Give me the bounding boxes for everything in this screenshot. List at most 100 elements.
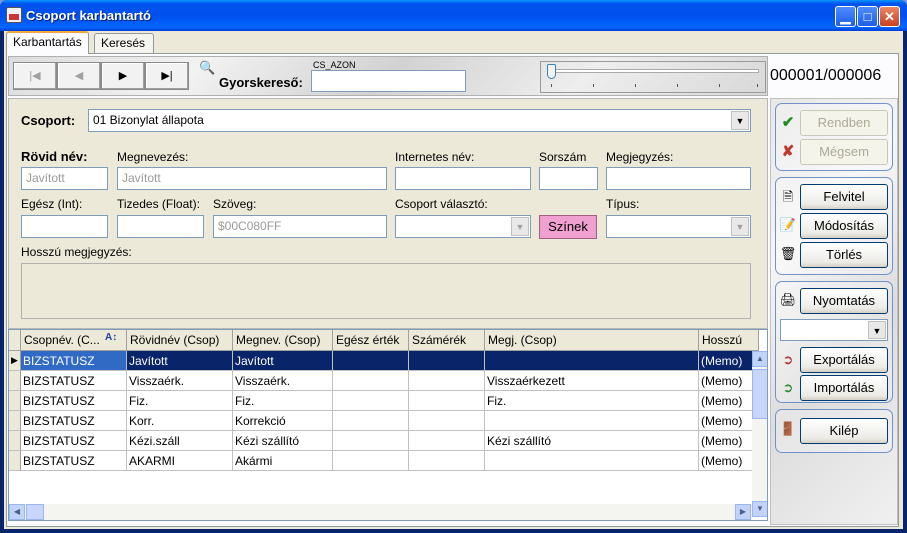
- grid-cell[interactable]: BIZSTATUSZ: [21, 371, 127, 391]
- grid-cell[interactable]: Visszaérk.: [233, 371, 333, 391]
- printer-select[interactable]: ▼: [780, 319, 888, 341]
- grid-cell[interactable]: Fiz.: [127, 391, 233, 411]
- grid-cell[interactable]: Fiz.: [485, 391, 699, 411]
- tizedes-field[interactable]: [117, 215, 204, 238]
- grid-cell[interactable]: [409, 451, 485, 471]
- grid-cell[interactable]: [485, 351, 699, 371]
- felvitel-button[interactable]: Felvitel: [800, 184, 888, 210]
- prev-record-button[interactable]: ◀: [57, 62, 101, 90]
- sorszam-field[interactable]: [539, 167, 598, 190]
- rendben-button[interactable]: Rendben: [800, 110, 888, 136]
- chevron-down-icon[interactable]: ▼: [511, 217, 529, 236]
- close-button[interactable]: ✕: [879, 6, 900, 27]
- chevron-down-icon[interactable]: ▼: [731, 217, 749, 236]
- megsem-button[interactable]: Mégsem: [800, 139, 888, 165]
- scroll-right-icon[interactable]: ▶: [735, 504, 751, 520]
- grid-cell[interactable]: (Memo): [699, 431, 759, 451]
- grid-cell[interactable]: Javított: [127, 351, 233, 371]
- grid-cell[interactable]: Korr.: [127, 411, 233, 431]
- title-bar[interactable]: Csoport karbantartó ▁ □ ✕: [0, 0, 907, 31]
- slider-thumb[interactable]: [547, 64, 556, 79]
- row-indicator[interactable]: [9, 391, 21, 411]
- current-row-indicator-icon[interactable]: ▶: [9, 351, 21, 371]
- grid-cell[interactable]: [333, 411, 409, 431]
- hosszu-megjegyzes-field[interactable]: [21, 263, 751, 319]
- szoveg-field[interactable]: $00C080FF: [213, 215, 387, 238]
- grid-cell[interactable]: [409, 431, 485, 451]
- grid-cell[interactable]: [409, 351, 485, 371]
- egesz-field[interactable]: [21, 215, 108, 238]
- grid-cell[interactable]: [485, 451, 699, 471]
- exportalas-button[interactable]: Exportálás: [800, 347, 888, 373]
- grid-cell[interactable]: (Memo): [699, 391, 759, 411]
- modositas-button[interactable]: Módosítás: [800, 213, 888, 239]
- grid-cell[interactable]: Kézi.száll: [127, 431, 233, 451]
- next-record-button[interactable]: ▶: [101, 62, 145, 90]
- internetes-nev-field[interactable]: [395, 167, 531, 190]
- grid-cell[interactable]: BIZSTATUSZ: [21, 451, 127, 471]
- scroll-down-icon[interactable]: ▼: [752, 501, 767, 517]
- horizontal-scroll-thumb[interactable]: [26, 504, 44, 520]
- grid-cell[interactable]: Kézi szállító: [485, 431, 699, 451]
- grid-column-header[interactable]: Megj. (Csop): [485, 330, 699, 351]
- quick-search-input[interactable]: [311, 70, 466, 92]
- grid-cell[interactable]: [333, 391, 409, 411]
- grid-cell[interactable]: [333, 351, 409, 371]
- grid-cell[interactable]: Visszaérkezett: [485, 371, 699, 391]
- minimize-button[interactable]: ▁: [835, 6, 856, 27]
- grid-column-header[interactable]: Megnev. (Csop): [233, 330, 333, 351]
- csoport-select[interactable]: 01 Bizonylat állapota ▼: [88, 109, 751, 132]
- grid-cell[interactable]: [333, 371, 409, 391]
- sort-az-icon[interactable]: A↕: [105, 332, 117, 343]
- megjegyzes-field[interactable]: [606, 167, 751, 190]
- grid-column-header[interactable]: Hosszú: [699, 330, 759, 351]
- szinek-button[interactable]: Színek: [539, 215, 597, 239]
- grid-cell[interactable]: [333, 431, 409, 451]
- grid-cell[interactable]: [409, 371, 485, 391]
- chevron-down-icon[interactable]: ▼: [731, 111, 749, 130]
- grid-cell[interactable]: BIZSTATUSZ: [21, 351, 127, 371]
- grid-cell[interactable]: BIZSTATUSZ: [21, 411, 127, 431]
- chevron-down-icon[interactable]: ▼: [868, 321, 886, 339]
- rovid-nev-field[interactable]: Javított: [21, 167, 108, 190]
- row-indicator[interactable]: [9, 431, 21, 451]
- maximize-button[interactable]: □: [857, 6, 878, 27]
- grid-cell[interactable]: BIZSTATUSZ: [21, 431, 127, 451]
- record-slider[interactable]: [540, 61, 766, 93]
- app-icon[interactable]: [6, 7, 22, 23]
- row-indicator[interactable]: [9, 371, 21, 391]
- grid-cell[interactable]: Korrekció: [233, 411, 333, 431]
- grid-cell[interactable]: [409, 411, 485, 431]
- grid-cell[interactable]: [409, 391, 485, 411]
- vertical-scrollbar[interactable]: ▲ ▼: [752, 351, 767, 517]
- grid-cell[interactable]: (Memo): [699, 371, 759, 391]
- grid-cell[interactable]: Javított: [233, 351, 333, 371]
- grid-column-header[interactable]: Számérék: [409, 330, 485, 351]
- tab-karbantartas[interactable]: Karbantartás: [6, 31, 89, 54]
- csoport-valaszto-select[interactable]: ▼: [395, 215, 531, 238]
- grid-cell[interactable]: (Memo): [699, 451, 759, 471]
- vertical-scroll-thumb[interactable]: [752, 369, 767, 419]
- tipus-select[interactable]: ▼: [606, 215, 751, 238]
- grid-column-header[interactable]: Egész érték: [333, 330, 409, 351]
- row-indicator[interactable]: [9, 411, 21, 431]
- grid-cell[interactable]: [485, 411, 699, 431]
- last-record-button[interactable]: ▶|: [145, 62, 189, 90]
- grid-cell[interactable]: BIZSTATUSZ: [21, 391, 127, 411]
- grid-cell[interactable]: (Memo): [699, 411, 759, 431]
- grid-cell[interactable]: AKARMI: [127, 451, 233, 471]
- grid-cell[interactable]: Akármi: [233, 451, 333, 471]
- row-indicator[interactable]: [9, 451, 21, 471]
- first-record-button[interactable]: |◀: [13, 62, 57, 90]
- nyomtatas-button[interactable]: Nyomtatás: [800, 288, 888, 314]
- grid-column-header[interactable]: Rövidnév (Csop): [127, 330, 233, 351]
- importalas-button[interactable]: Importálás: [800, 375, 888, 401]
- kilep-button[interactable]: Kilép: [800, 418, 888, 444]
- grid-cell[interactable]: (Memo): [699, 351, 759, 371]
- grid-cell[interactable]: Fiz.: [233, 391, 333, 411]
- search-icon[interactable]: 🔍: [199, 60, 215, 76]
- tab-kereses[interactable]: Keresés: [94, 33, 154, 53]
- grid-cell[interactable]: [333, 451, 409, 471]
- megnevezes-field[interactable]: Javított: [117, 167, 387, 190]
- horizontal-scrollbar[interactable]: ◀ ▶: [9, 504, 752, 520]
